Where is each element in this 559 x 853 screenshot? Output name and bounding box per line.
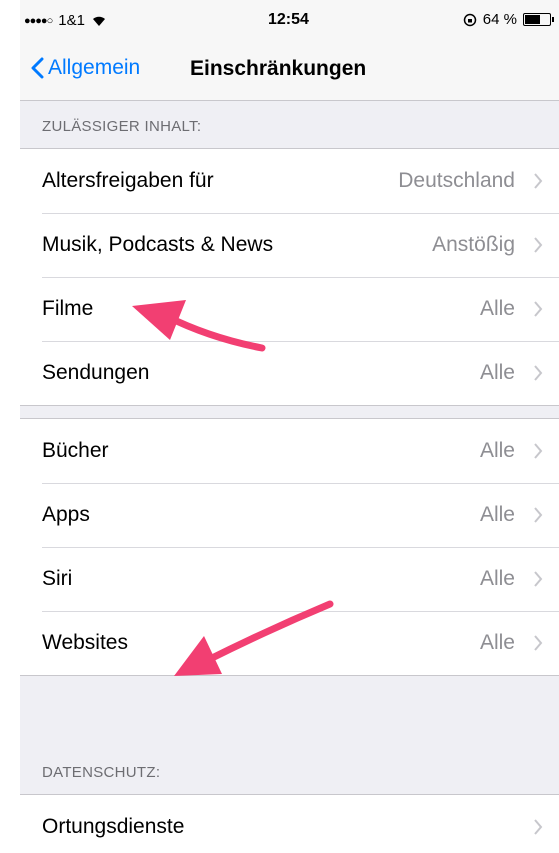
annotation-arrow-websites — [174, 600, 334, 676]
